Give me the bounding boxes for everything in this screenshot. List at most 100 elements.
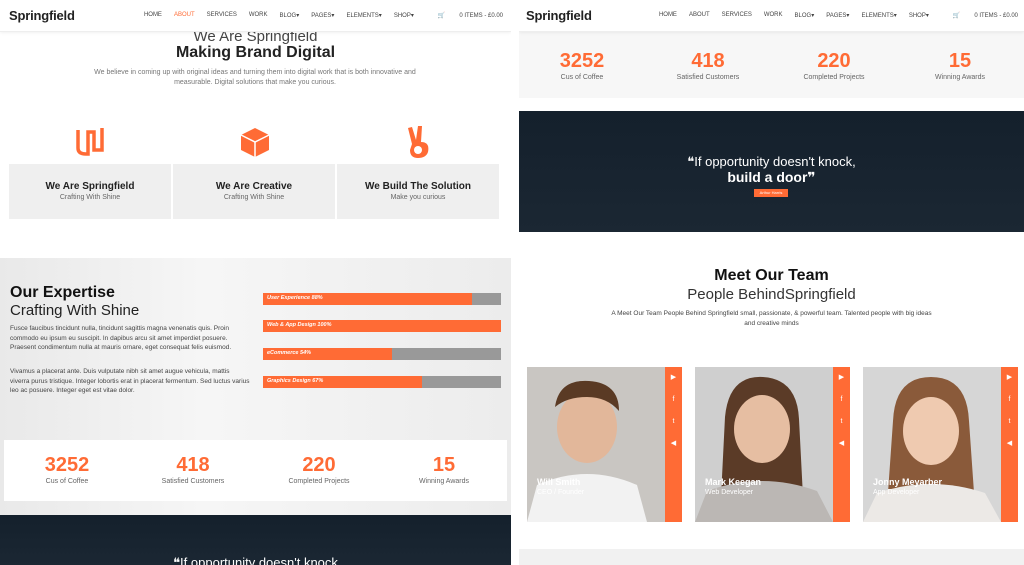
cart-icon: 🛒 [952, 13, 961, 19]
menu-work[interactable]: WORK [764, 12, 783, 19]
quote-author-button[interactable]: Arthur Harris [754, 189, 788, 197]
youtube-icon[interactable]: ▶ [833, 367, 850, 389]
menu-shop[interactable]: SHOP▾ [394, 12, 414, 19]
skill-bar-ux: User Experience 88% [263, 293, 501, 305]
menu-blog[interactable]: BLOG▾ [795, 12, 815, 19]
stat-number: 418 [176, 454, 210, 476]
next-section-hint [519, 549, 1024, 565]
member-role: App Developer [873, 489, 920, 496]
panel-divider [511, 0, 519, 565]
menu-home[interactable]: HOME [144, 12, 162, 19]
stat-item: 15 Winning Awards [897, 50, 1023, 81]
menu-home[interactable]: HOME [659, 12, 677, 19]
stat-label: Winning Awards [418, 478, 470, 485]
menu-pages[interactable]: PAGES▾ [311, 12, 334, 19]
expertise-text-1: Fusce faucibus tincidunt nulla, tincidun… [10, 325, 232, 351]
menu-work[interactable]: WORK [249, 12, 268, 19]
menu-shop[interactable]: SHOP▾ [909, 12, 929, 19]
team-member-card-1[interactable]: ▶ f t ◀ Will Smith CEO / Founder [527, 367, 682, 522]
cart-icon: 🛒 [437, 13, 446, 19]
feature-sub: Make you curious [390, 194, 446, 201]
feature-title: We Are Creative [215, 181, 293, 192]
menu-blog[interactable]: BLOG▾ [280, 12, 300, 19]
member-name: Will Smith [537, 477, 581, 487]
menu-pages[interactable]: PAGES▾ [826, 12, 849, 19]
site-logo[interactable]: Springfield [526, 8, 592, 23]
wave-icon [76, 128, 104, 156]
facebook-icon[interactable]: f [665, 389, 682, 411]
youtube-icon[interactable]: ▶ [1001, 367, 1018, 389]
navbar: Springfield HOME ABOUT SERVICES WORK BLO… [0, 0, 511, 32]
feature-card-2: We Are Creative Crafting With Shine [173, 164, 335, 219]
page-root: Springfield HOME ABOUT SERVICES WORK BLO… [0, 0, 1024, 565]
social-bar: ▶ f t ◀ [833, 367, 850, 522]
member-photo [527, 367, 665, 522]
right-screenshot: Springfield HOME ABOUT SERVICES WORK BLO… [519, 0, 1024, 565]
feature-sub: Crafting With Shine [223, 194, 285, 201]
stat-number: 220 [817, 50, 851, 72]
stat-label: Satisfied Customers [676, 74, 740, 81]
cube-icon [240, 128, 270, 157]
stat-number: 15 [432, 454, 456, 476]
feature-card-1: We Are Springfield Crafting With Shine [9, 164, 171, 219]
feature-title: We Are Springfield [45, 181, 135, 192]
facebook-icon[interactable]: f [833, 389, 850, 411]
twitter-icon[interactable]: t [665, 411, 682, 433]
member-name: Mark Keegan [705, 477, 762, 487]
skill-bar-web: Web & App Design 100% [263, 320, 501, 332]
menu-elements[interactable]: ELEMENTS▾ [346, 12, 381, 19]
stat-label: Satisfied Customers [161, 478, 225, 485]
social-bar: ▶ f t ◀ [1001, 367, 1018, 522]
member-photo [863, 367, 1001, 522]
feature-sub: Crafting With Shine [59, 194, 121, 201]
cart-label: 0 ITEMS - £0.00 [459, 13, 503, 19]
intro-text: We believe in coming up with original id… [94, 69, 416, 86]
megaphone-icon[interactable]: ◀ [665, 433, 682, 455]
skill-bar-ecommerce: eCommerce 54% [263, 348, 501, 360]
team-member-card-3[interactable]: ▶ f t ◀ Jonny Meyarber App Developer [863, 367, 1018, 522]
expertise-sub: Crafting With Shine [10, 302, 140, 319]
member-name: Jonny Meyarber [873, 477, 943, 487]
skill-label: eCommerce 54% [267, 350, 312, 356]
menu-about[interactable]: ABOUT [174, 12, 195, 19]
facebook-icon[interactable]: f [1001, 389, 1018, 411]
megaphone-icon[interactable]: ◀ [1001, 433, 1018, 455]
intro-title-b: Making Brand Digital [175, 44, 336, 61]
member-role: CEO / Founder [537, 489, 585, 496]
main-menu: HOME ABOUT SERVICES WORK BLOG▾ PAGES▾ EL… [647, 12, 1018, 19]
skill-label: User Experience 88% [267, 295, 323, 301]
menu-elements[interactable]: ELEMENTS▾ [861, 12, 896, 19]
stat-label: Cus of Coffee [45, 478, 89, 485]
peace-hand-icon [408, 126, 429, 158]
skill-label: Graphics Design 67% [267, 378, 324, 384]
stat-label: Completed Projects [288, 478, 350, 485]
cart-link[interactable]: 🛒 0 ITEMS - £0.00 [426, 12, 503, 19]
twitter-icon[interactable]: t [1001, 411, 1018, 433]
navbar: Springfield HOME ABOUT SERVICES WORK BLO… [519, 0, 1024, 32]
menu-about[interactable]: ABOUT [689, 12, 710, 19]
cart-link[interactable]: 🛒 0 ITEMS - £0.00 [941, 12, 1018, 19]
youtube-icon[interactable]: ▶ [665, 367, 682, 389]
stat-number: 15 [948, 50, 972, 72]
stats-bar: 3252 Cus of Coffee 418 Satisfied Custome… [519, 32, 1024, 98]
quote-partial: ❝If opportunity doesn't knock [173, 555, 338, 565]
stat-number: 220 [302, 454, 336, 476]
feature-title: We Build The Solution [365, 181, 471, 192]
skill-bar-graphics: Graphics Design 67% [263, 376, 501, 388]
stat-item: 220 Completed Projects [256, 454, 382, 485]
cart-label: 0 ITEMS - £0.00 [974, 13, 1018, 19]
stat-number: 418 [691, 50, 725, 72]
stat-number: 3252 [44, 454, 90, 476]
stat-label: Completed Projects [803, 74, 865, 81]
megaphone-icon[interactable]: ◀ [833, 433, 850, 455]
site-logo[interactable]: Springfield [9, 8, 75, 23]
team-sub: People BehindSpringfield [687, 286, 856, 303]
stat-item: 15 Winning Awards [381, 454, 507, 485]
member-role: Web Developer [705, 489, 754, 496]
main-menu: HOME ABOUT SERVICES WORK BLOG▾ PAGES▾ EL… [132, 12, 503, 19]
twitter-icon[interactable]: t [833, 411, 850, 433]
menu-services[interactable]: SERVICES [722, 12, 752, 19]
quote-line-2: build a door❞ [727, 169, 816, 185]
team-member-card-2[interactable]: ▶ f t ◀ Mark Keegan Web Developer [695, 367, 850, 522]
menu-services[interactable]: SERVICES [207, 12, 237, 19]
